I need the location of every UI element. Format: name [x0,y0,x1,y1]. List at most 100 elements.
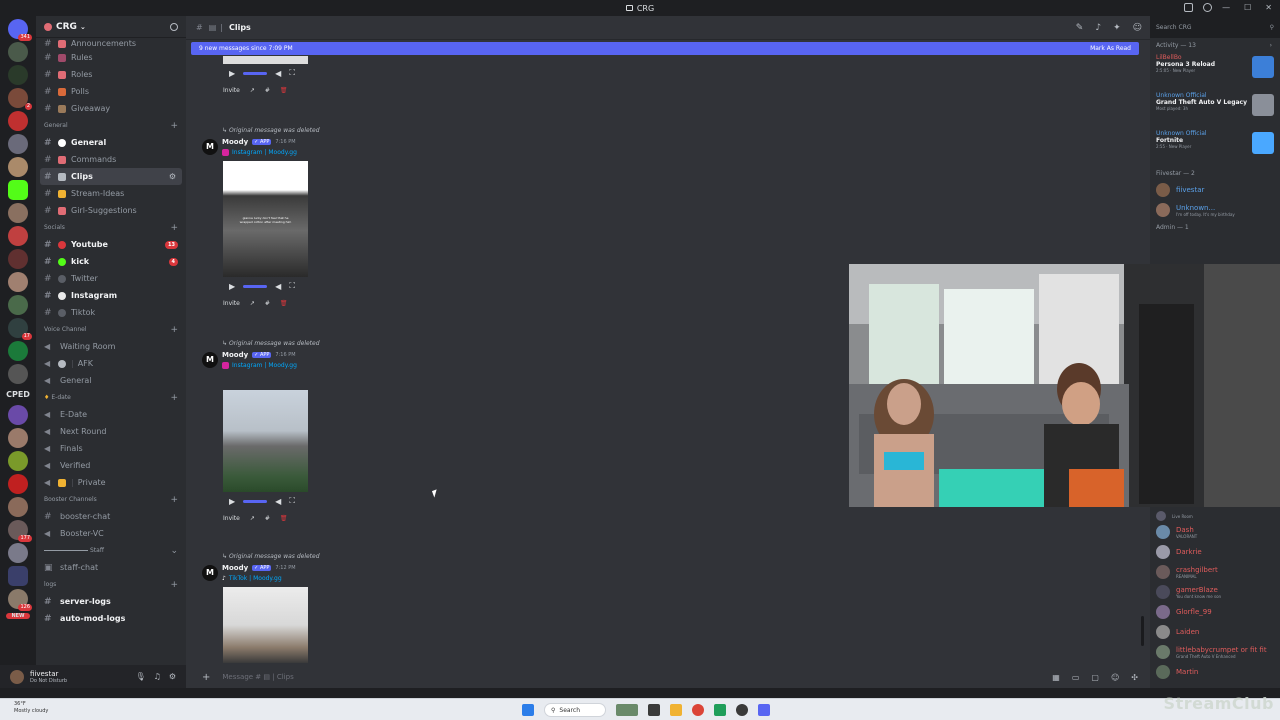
voice-channel-private[interactable]: ◀ | Private [36,474,186,491]
voice-channel-finals[interactable]: ◀ Finals [36,440,186,457]
chrome-icon[interactable] [692,704,704,716]
channel-kick[interactable]: # kick 4 [36,253,186,270]
server-icon[interactable] [8,295,28,315]
hashtag-icon[interactable]: # [265,515,270,522]
server-icon[interactable] [8,42,28,62]
channel-booster-chat[interactable]: # booster-chat [36,508,186,525]
app-icon[interactable] [714,704,726,716]
voice-channel-verified[interactable]: ◀ Verified [36,457,186,474]
channel-instagram[interactable]: # Instagram [36,287,186,304]
video-progress[interactable] [243,284,268,288]
server-icon[interactable] [8,543,28,563]
member-item[interactable]: Live Room [1150,510,1280,522]
kick-server-icon[interactable] [8,180,28,200]
server-icon[interactable]: 17 [8,318,32,340]
server-icon[interactable] [8,364,28,384]
apps-icon[interactable]: ✣ [1131,673,1138,682]
external-link-icon[interactable]: ↗ [250,87,255,94]
taskbar-search[interactable]: ⚲ Search [544,703,606,717]
server-header[interactable]: CRG ⌄ [36,16,186,38]
add-attachment-button[interactable]: + [202,672,210,683]
add-user-icon[interactable] [170,22,178,31]
sticker-icon[interactable]: ▢ [1091,673,1099,682]
play-icon[interactable]: ▶ [229,497,235,506]
channel-giveaway[interactable]: # Giveaway [36,100,186,117]
trash-icon[interactable]: 🗑 [280,87,288,94]
hashtag-icon[interactable]: # [265,87,270,94]
external-link-icon[interactable]: ↗ [250,515,255,522]
member-item[interactable]: fiivestar [1150,180,1280,200]
add-channel-icon[interactable]: + [170,325,178,335]
gear-icon[interactable]: ⚙ [169,672,176,681]
channel-rules[interactable]: # Rules [36,49,186,66]
message-author[interactable]: Moody [222,564,248,572]
voice-channel-waiting-room[interactable]: ◀ Waiting Room [36,338,186,355]
bell-icon[interactable]: ♪ [1095,23,1101,33]
maximize-button[interactable]: ☐ [1244,0,1251,16]
video-embed[interactable] [223,390,308,492]
fullscreen-icon[interactable]: ⛶ [289,281,295,291]
category-booster[interactable]: Booster Channels + [36,491,186,508]
member-item[interactable]: littlebabycrumpet or fit fit Grand Theft … [1150,642,1280,662]
threads-icon[interactable]: ✎ [1076,23,1084,33]
server-icon[interactable]: 341 [8,19,32,41]
channel-commands[interactable]: # Commands [36,151,186,168]
server-icon[interactable]: 2 [8,88,32,110]
message-link[interactable]: Instagram | Moody.gg [222,147,1132,157]
activity-item[interactable]: LilBellBo Persona 3 Reload 2:5:05 · New … [1150,52,1280,90]
member-item[interactable]: Unknown... I'm off today. It's my birthda… [1150,200,1280,220]
video-embed[interactable] [223,56,308,64]
avatar[interactable]: M [202,565,218,581]
message-author[interactable]: Moody [222,138,248,146]
server-icon[interactable] [8,111,28,131]
server-icon[interactable] [8,249,28,269]
category-socials[interactable]: Socials + [36,219,186,236]
pin-icon[interactable]: ✦ [1113,23,1121,33]
channel-auto-mod-logs[interactable]: # auto-mod-logs [36,610,186,627]
windows-start-icon[interactable] [522,704,534,716]
gift-icon[interactable]: ▦ [1052,673,1060,682]
avatar[interactable]: M [202,352,218,368]
obs-icon[interactable] [736,704,748,716]
play-icon[interactable]: ▶ [229,69,235,78]
member-item[interactable]: Martin [1150,662,1280,682]
video-embed[interactable]: gianna lucky don't feel that he wrapped … [223,161,308,277]
server-icon[interactable] [8,272,28,292]
channel-youtube[interactable]: # Youtube 13 [36,236,186,253]
mark-as-read-button[interactable]: Mark As Read [1090,45,1131,52]
fullscreen-icon[interactable]: ⛶ [289,68,295,78]
member-item[interactable]: Laiden [1150,622,1280,642]
voice-channel-booster-vc[interactable]: ◀ Booster-VC [36,525,186,542]
channel-server-logs[interactable]: # server-logs [36,593,186,610]
category-staff[interactable]: Staff ⌄ [36,542,186,559]
voice-channel-next-round[interactable]: ◀ Next Round [36,423,186,440]
add-channel-icon[interactable]: + [170,580,178,590]
server-icon[interactable]: 126 [8,589,32,611]
channel-clips[interactable]: # Clips ⚙ [40,168,182,185]
server-icon[interactable] [8,451,28,471]
scrollbar[interactable] [1141,616,1144,646]
inbox-icon[interactable] [1184,3,1193,12]
video-progress[interactable] [243,499,268,503]
invite-button[interactable]: Invite [223,87,240,94]
channel-tiktok[interactable]: # Tiktok [36,304,186,321]
channel-polls[interactable]: # Polls [36,83,186,100]
minimize-button[interactable]: — [1222,0,1230,16]
channel-staff-chat[interactable]: ▣ staff-chat [36,559,186,576]
widgets-icon[interactable] [616,704,638,716]
server-icon[interactable] [8,65,28,85]
server-icon[interactable] [8,474,28,494]
channel-roles[interactable]: # Roles [36,66,186,83]
weather-widget[interactable]: 36°F Mostly cloudy [14,701,48,715]
chevron-right-icon[interactable]: › [1270,42,1272,49]
avatar[interactable]: M [202,139,218,155]
task-view-icon[interactable] [648,704,660,716]
server-icon[interactable] [8,405,28,425]
add-channel-icon[interactable]: + [170,495,178,505]
search-input[interactable]: Search CRG ⚲ [1150,16,1280,38]
avatar[interactable] [10,669,24,684]
discord-icon[interactable] [758,704,770,716]
gif-icon[interactable]: ▭ [1072,673,1080,682]
server-icon[interactable] [8,226,28,246]
member-item[interactable]: Glorfle_99 [1150,602,1280,622]
